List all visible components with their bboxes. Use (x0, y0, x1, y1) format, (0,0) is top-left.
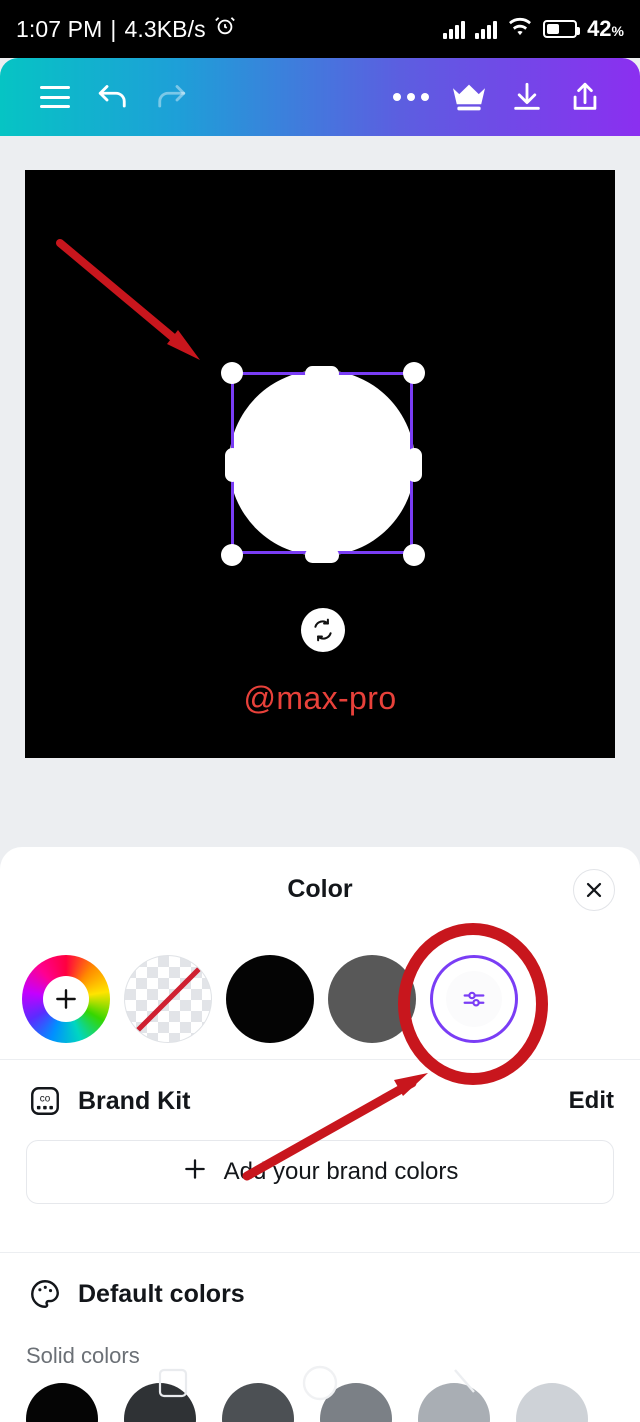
rotate-icon[interactable] (301, 608, 345, 652)
custom-color-adjust[interactable] (430, 955, 518, 1043)
sliders-icon (446, 971, 502, 1027)
color-bottom-sheet: Color co Brand Kit Edit Add your brand c… (0, 847, 640, 1422)
wifi-icon (507, 17, 533, 42)
circle-home-icon (302, 1365, 338, 1401)
color-swatch-gray[interactable] (328, 955, 416, 1043)
handle-bottom-left[interactable] (221, 544, 243, 566)
undo-icon[interactable] (84, 68, 142, 126)
signal-bars-icon (443, 19, 466, 39)
battery-icon (543, 20, 581, 38)
sheet-header: Color (0, 847, 640, 939)
color-swatch-row (0, 939, 640, 1059)
handle-bottom-center[interactable] (305, 548, 339, 563)
palette-icon (26, 1275, 64, 1313)
page-title: Color (287, 875, 353, 903)
signal-bars-icon-2 (475, 19, 498, 39)
crown-premium-icon[interactable] (440, 68, 498, 126)
add-brand-colors-button[interactable]: Add your brand colors (26, 1140, 614, 1204)
download-icon[interactable] (498, 68, 556, 126)
android-nav-bar (158, 1365, 475, 1401)
color-wheel-picker[interactable] (22, 955, 110, 1043)
square-recents-icon (158, 1368, 188, 1398)
app-toolbar (0, 58, 640, 136)
svg-text:co: co (40, 1094, 51, 1105)
handle-top-left[interactable] (221, 362, 243, 384)
hamburger-menu-icon[interactable] (26, 68, 84, 126)
alarm-icon (214, 15, 236, 43)
phone-screen: 1:07 PM | 4.3KB/s 42% @max-pro Color co … (0, 0, 640, 1422)
no-color-swatch[interactable] (124, 955, 212, 1043)
add-brand-colors-label: Add your brand colors (223, 1158, 459, 1185)
plus-icon (182, 1156, 208, 1189)
plus-icon (43, 976, 89, 1022)
status-separator: | (110, 15, 117, 42)
status-network-speed: 4.3KB/s (124, 15, 206, 42)
redo-icon[interactable] (142, 68, 200, 126)
back-chevron-icon (454, 1369, 475, 1393)
close-icon[interactable] (573, 869, 615, 911)
selection-bounding-box (231, 372, 413, 554)
default-colors-row: Default colors (0, 1253, 640, 1327)
color-swatch-black[interactable] (226, 955, 314, 1043)
handle-bottom-right[interactable] (403, 544, 425, 566)
brand-kit-row: co Brand Kit Edit (0, 1060, 640, 1134)
brand-kit-label: Brand Kit (78, 1086, 191, 1115)
canvas-area: @max-pro (0, 136, 640, 969)
handle-middle-left[interactable] (225, 448, 240, 482)
status-bar-right: 42% (443, 16, 624, 42)
share-icon[interactable] (556, 68, 614, 126)
handle-top-center[interactable] (305, 366, 339, 381)
status-bar-left: 1:07 PM | 4.3KB/s (16, 15, 236, 43)
design-canvas[interactable]: @max-pro (25, 170, 615, 758)
canvas-watermark: @max-pro (243, 680, 397, 716)
brand-kit-icon: co (26, 1082, 64, 1120)
battery-percent: 42% (587, 16, 624, 41)
handle-middle-right[interactable] (407, 448, 422, 482)
status-time: 1:07 PM (16, 15, 103, 42)
status-bar: 1:07 PM | 4.3KB/s 42% (0, 0, 640, 58)
default-colors-label: Default colors (78, 1279, 245, 1308)
handle-top-right[interactable] (403, 362, 425, 384)
brand-kit-edit-button[interactable]: Edit (569, 1087, 614, 1115)
more-options-icon[interactable] (382, 68, 440, 126)
